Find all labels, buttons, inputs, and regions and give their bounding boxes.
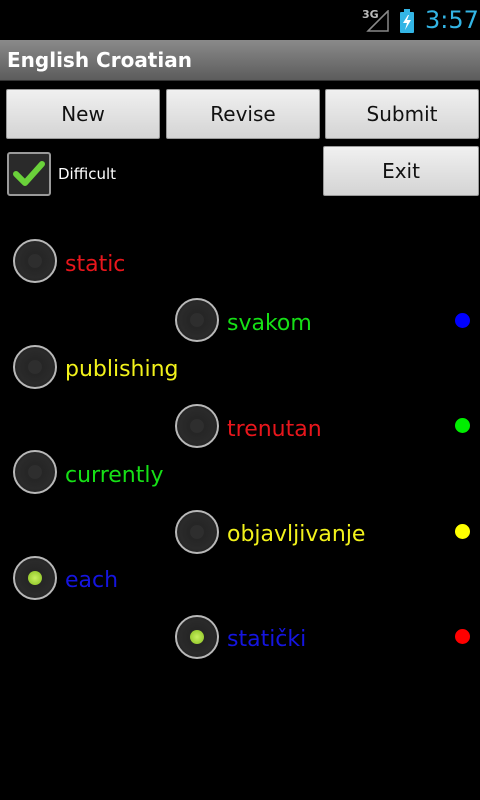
- croatian-word-radio[interactable]: [175, 615, 219, 659]
- status-bar: 3G 3:57: [0, 0, 480, 40]
- title-bar: English Croatian: [0, 40, 480, 81]
- english-word-radio[interactable]: [13, 239, 57, 283]
- new-button[interactable]: New: [6, 89, 160, 139]
- match-color-indicator: [455, 629, 470, 644]
- checkmark-icon: [13, 161, 45, 186]
- difficult-checkbox[interactable]: [7, 152, 51, 196]
- match-color-indicator: [455, 418, 470, 433]
- croatian-word-label[interactable]: trenutan: [227, 417, 322, 442]
- english-word-radio[interactable]: [13, 450, 57, 494]
- match-color-indicator: [455, 524, 470, 539]
- match-color-indicator: [455, 313, 470, 328]
- croatian-word-label[interactable]: statički: [227, 627, 306, 652]
- exit-button[interactable]: Exit: [323, 146, 479, 196]
- croatian-word-radio[interactable]: [175, 510, 219, 554]
- signal-icon: [366, 10, 389, 32]
- difficult-label: Difficult: [58, 165, 117, 183]
- croatian-word-label[interactable]: svakom: [227, 311, 312, 336]
- croatian-word-radio[interactable]: [175, 404, 219, 448]
- croatian-word-label[interactable]: objavljivanje: [227, 522, 365, 547]
- english-word-label[interactable]: publishing: [65, 357, 179, 382]
- battery-charging-icon: [400, 9, 414, 33]
- english-word-label[interactable]: each: [65, 568, 118, 593]
- english-word-label[interactable]: static: [65, 252, 125, 277]
- clock: 3:57: [425, 6, 479, 34]
- app-title: English Croatian: [7, 48, 192, 72]
- croatian-word-radio[interactable]: [175, 298, 219, 342]
- english-word-label[interactable]: currently: [65, 463, 164, 488]
- app-screen: 3G 3:57 English Croatian New Revise Subm…: [0, 0, 480, 800]
- submit-button[interactable]: Submit: [325, 89, 479, 139]
- english-word-radio[interactable]: [13, 345, 57, 389]
- english-word-radio[interactable]: [13, 556, 57, 600]
- revise-button[interactable]: Revise: [166, 89, 320, 139]
